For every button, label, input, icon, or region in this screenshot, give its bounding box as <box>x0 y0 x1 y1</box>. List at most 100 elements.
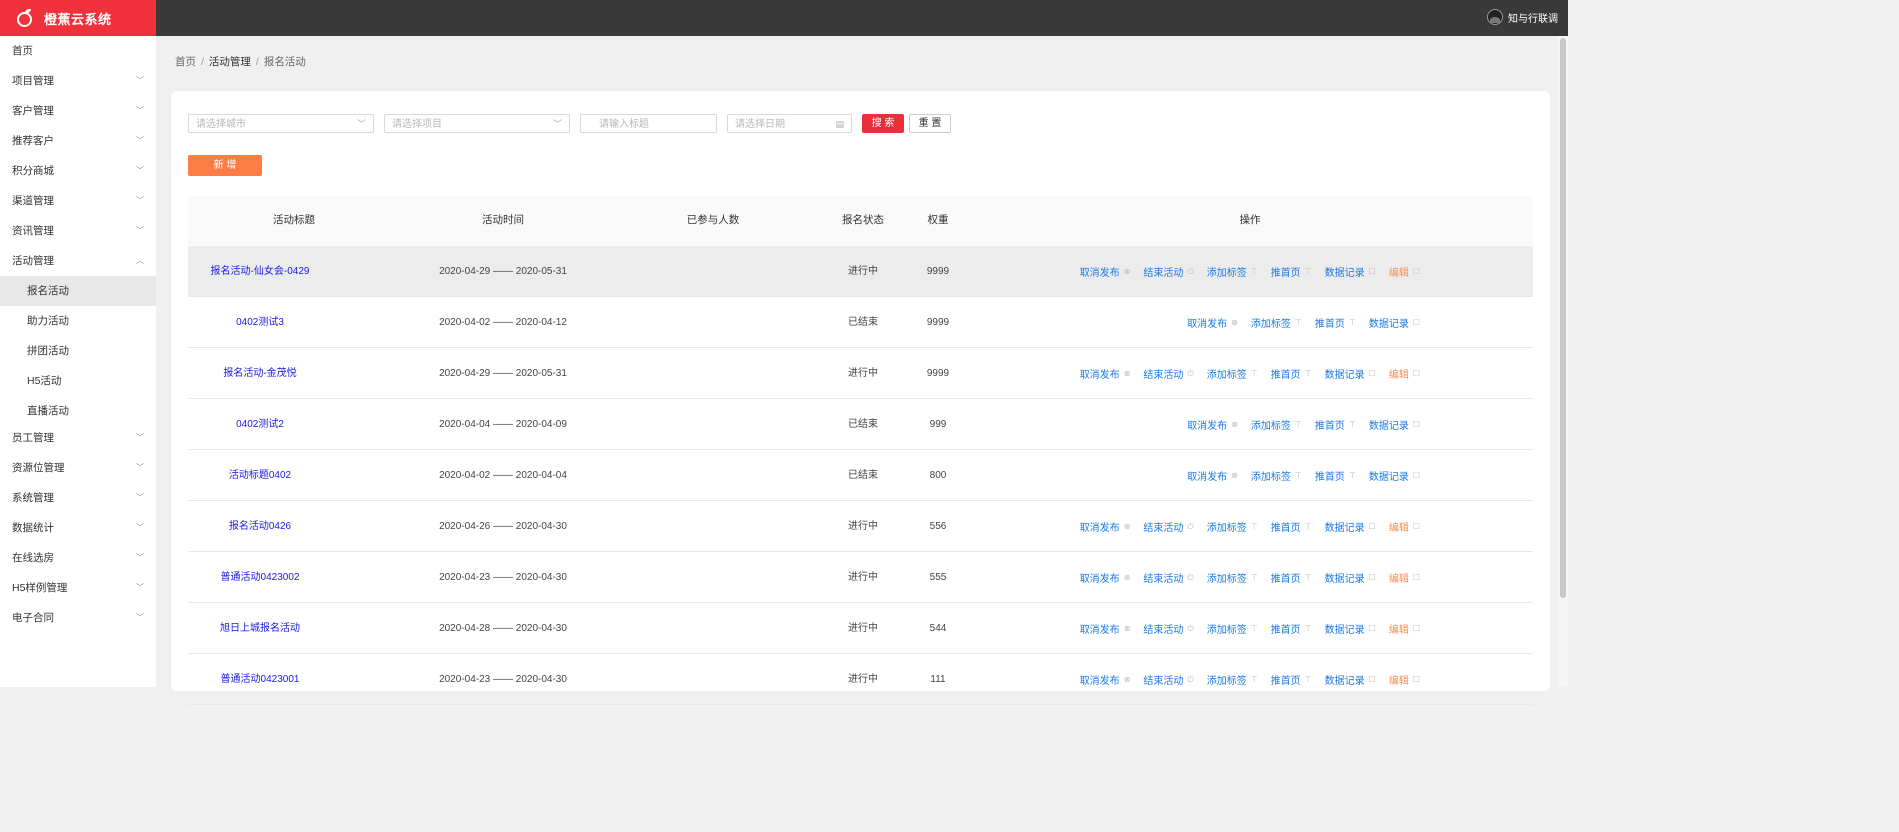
action-home-label: 推首页 <box>1314 319 1345 330</box>
nav-item[interactable]: 系统管理 ﹀ <box>0 483 156 513</box>
nav-item[interactable]: 项目管理 ﹀ <box>0 66 156 96</box>
action-tag-link[interactable]: 添加标签 ⊤ <box>1207 519 1258 534</box>
action-cancel-link[interactable]: 取消发布 ⊗ <box>1187 468 1238 483</box>
app-logo[interactable]: 橙蕉云系统 <box>0 0 156 36</box>
action-cancel-link[interactable]: 取消发布 ⊗ <box>1187 417 1238 432</box>
nav-sub-item[interactable]: 报名活动 <box>0 276 156 306</box>
activity-title-link[interactable]: 报名活动0426 <box>229 501 291 552</box>
nav-item[interactable]: 推荐客户 ﹀ <box>0 126 156 156</box>
action-home-link[interactable]: 推首页 ⊤ <box>1315 468 1356 483</box>
nav-item[interactable]: 首页 <box>0 36 156 66</box>
action-data-link[interactable]: 数据记录 ☐ <box>1325 570 1376 585</box>
nav-item[interactable]: 在线选房 ﹀ <box>0 543 156 573</box>
tag-icon: ⊤ <box>1294 318 1302 327</box>
activity-title-link[interactable]: 0402测试2 <box>236 399 284 450</box>
action-home-link[interactable]: 推首页 ⊤ <box>1315 417 1356 432</box>
action-cancel-link[interactable]: 取消发布 ⊗ <box>1080 570 1131 585</box>
action-end-link[interactable]: 结束活动 ⏻ <box>1143 264 1193 280</box>
action-tag-link[interactable]: 添加标签 ⊤ <box>1207 366 1258 381</box>
action-home-link[interactable]: 推首页 ⊤ <box>1271 570 1312 585</box>
activity-title-link[interactable]: 普通活动0423002 <box>221 552 300 603</box>
activity-title-link[interactable]: 0402测试3 <box>236 297 284 348</box>
nav-item[interactable]: 活动管理 ︿ <box>0 246 156 276</box>
power-icon: ⏻ <box>1187 572 1194 582</box>
action-tag-link[interactable]: 添加标签 ⊤ <box>1251 315 1302 330</box>
page-scrollbar[interactable] <box>1558 36 1568 687</box>
action-home-link[interactable]: 推首页 ⊤ <box>1271 519 1312 534</box>
action-end-link[interactable]: 结束活动 ⏻ <box>1143 621 1193 637</box>
action-end-link[interactable]: 结束活动 ⏻ <box>1143 366 1193 382</box>
action-home-link[interactable]: 推首页 ⊤ <box>1271 672 1312 687</box>
action-edit-link[interactable]: 编辑 ☐ <box>1389 366 1420 381</box>
action-tag-link[interactable]: 添加标签 ⊤ <box>1207 570 1258 585</box>
nav-sub-item[interactable]: 直播活动 <box>0 396 156 426</box>
action-tag-link[interactable]: 添加标签 ⊤ <box>1251 417 1302 432</box>
nav-item[interactable]: 资源位管理 ﹀ <box>0 453 156 483</box>
action-cancel-link[interactable]: 取消发布 ⊗ <box>1187 315 1238 330</box>
action-tag-link[interactable]: 添加标签 ⊤ <box>1251 468 1302 483</box>
action-data-link[interactable]: 数据记录 ☐ <box>1325 264 1376 279</box>
nav-sub-item[interactable]: 拼团活动 <box>0 336 156 366</box>
breadcrumb-activity-mgmt[interactable]: 活动管理 <box>209 56 251 68</box>
table-row: 活动标题0402 2020-04-02 —— 2020-04-04 已结束 800 取消… <box>188 450 1533 501</box>
action-edit-link[interactable]: 编辑 ☐ <box>1389 519 1420 534</box>
add-button[interactable]: 新 增 <box>188 155 262 176</box>
activity-title-link[interactable]: 普通活动0423001 <box>221 654 300 705</box>
nav-item[interactable]: H5样例管理 ﹀ <box>0 573 156 603</box>
action-end-link[interactable]: 结束活动 ⏻ <box>1143 570 1194 586</box>
col-actions: 操作 <box>1239 214 1261 226</box>
action-end-link[interactable]: 结束活动 ⏻ <box>1143 672 1193 688</box>
action-edit-link[interactable]: 编辑 ☐ <box>1389 672 1420 687</box>
action-tag-link[interactable]: 添加标签 ⊤ <box>1207 621 1258 636</box>
action-data-link[interactable]: 数据记录 ☐ <box>1369 468 1420 483</box>
action-cancel-link[interactable]: 取消发布 ⊗ <box>1080 672 1131 687</box>
activity-time: 2020-04-02 —— 2020-04-04 <box>439 470 567 481</box>
nav-item[interactable]: 渠道管理 ﹀ <box>0 186 156 216</box>
date-picker[interactable]: 请选择日期 ▤ <box>727 114 852 133</box>
reset-button[interactable]: 重 置 <box>909 114 951 133</box>
nav-item[interactable]: 积分商城 ﹀ <box>0 156 156 186</box>
action-home-link[interactable]: 推首页 ⊤ <box>1271 621 1312 636</box>
action-cancel-link[interactable]: 取消发布 ⊗ <box>1080 366 1131 381</box>
project-select[interactable]: 请选择项目 ﹀ <box>384 114 570 133</box>
action-cancel-link[interactable]: 取消发布 ⊗ <box>1080 621 1131 636</box>
title-input[interactable]: 请输入标题 <box>580 114 717 133</box>
nav-sub-item[interactable]: 助力活动 <box>0 306 156 336</box>
action-tag-link[interactable]: 添加标签 ⊤ <box>1207 672 1258 687</box>
activity-title-link[interactable]: 报名活动-金茂悦 <box>223 348 296 399</box>
activity-title-link[interactable]: 旭日上城报名活动 <box>220 603 300 654</box>
action-end-link[interactable]: 结束活动 ⏻ <box>1143 519 1193 535</box>
edit-square-icon: ☐ <box>1368 369 1376 378</box>
action-edit-link[interactable]: 编辑 ☐ <box>1389 570 1420 585</box>
action-cancel-link[interactable]: 取消发布 ⊗ <box>1080 264 1131 279</box>
action-data-link[interactable]: 数据记录 ☐ <box>1325 621 1376 636</box>
action-edit-link[interactable]: 编辑 ☐ <box>1389 264 1420 279</box>
activity-title-link[interactable]: 报名活动-仙女会-0429 <box>211 246 310 297</box>
nav-item[interactable]: 员工管理 ﹀ <box>0 423 156 453</box>
status-text: 已结束 <box>848 419 878 430</box>
search-button[interactable]: 搜 索 <box>862 114 904 133</box>
nav-item[interactable]: 资讯管理 ﹀ <box>0 216 156 246</box>
row-actions: 取消发布 ⊗ 结束活动 ⏻ 添加标签 ⊤ 推首页 ⊤ 数据记录 ☐ 编辑 ☐ <box>1067 603 1420 654</box>
action-data-link[interactable]: 数据记录 ☐ <box>1325 672 1376 687</box>
action-home-link[interactable]: 推首页 ⊤ <box>1271 264 1312 279</box>
action-data-link[interactable]: 数据记录 ☐ <box>1325 519 1376 534</box>
scrollbar-thumb[interactable] <box>1560 38 1566 598</box>
nav-sub-item[interactable]: H5活动 <box>0 366 156 396</box>
action-data-link[interactable]: 数据记录 ☐ <box>1369 315 1420 330</box>
action-cancel-link[interactable]: 取消发布 ⊗ <box>1080 519 1131 534</box>
nav-item[interactable]: 数据统计 ﹀ <box>0 513 156 543</box>
action-data-link[interactable]: 数据记录 ☐ <box>1369 417 1420 432</box>
activity-title-link[interactable]: 活动标题0402 <box>229 450 291 501</box>
user-menu[interactable]: 知与行联调 <box>1487 9 1558 25</box>
action-tag-link[interactable]: 添加标签 ⊤ <box>1207 264 1258 279</box>
nav-item[interactable]: 客户管理 ﹀ <box>0 96 156 126</box>
action-edit-link[interactable]: 编辑 ☐ <box>1389 621 1420 636</box>
breadcrumb-home[interactable]: 首页 <box>175 56 196 68</box>
action-home-link[interactable]: 推首页 ⊤ <box>1315 315 1356 330</box>
nav-item[interactable]: 电子合同 ﹀ <box>0 603 156 633</box>
city-select[interactable]: 请选择城市 ﹀ <box>188 114 374 133</box>
action-home-link[interactable]: 推首页 ⊤ <box>1271 366 1312 381</box>
action-data-link[interactable]: 数据记录 ☐ <box>1325 366 1376 381</box>
status-text: 进行中 <box>848 521 878 532</box>
